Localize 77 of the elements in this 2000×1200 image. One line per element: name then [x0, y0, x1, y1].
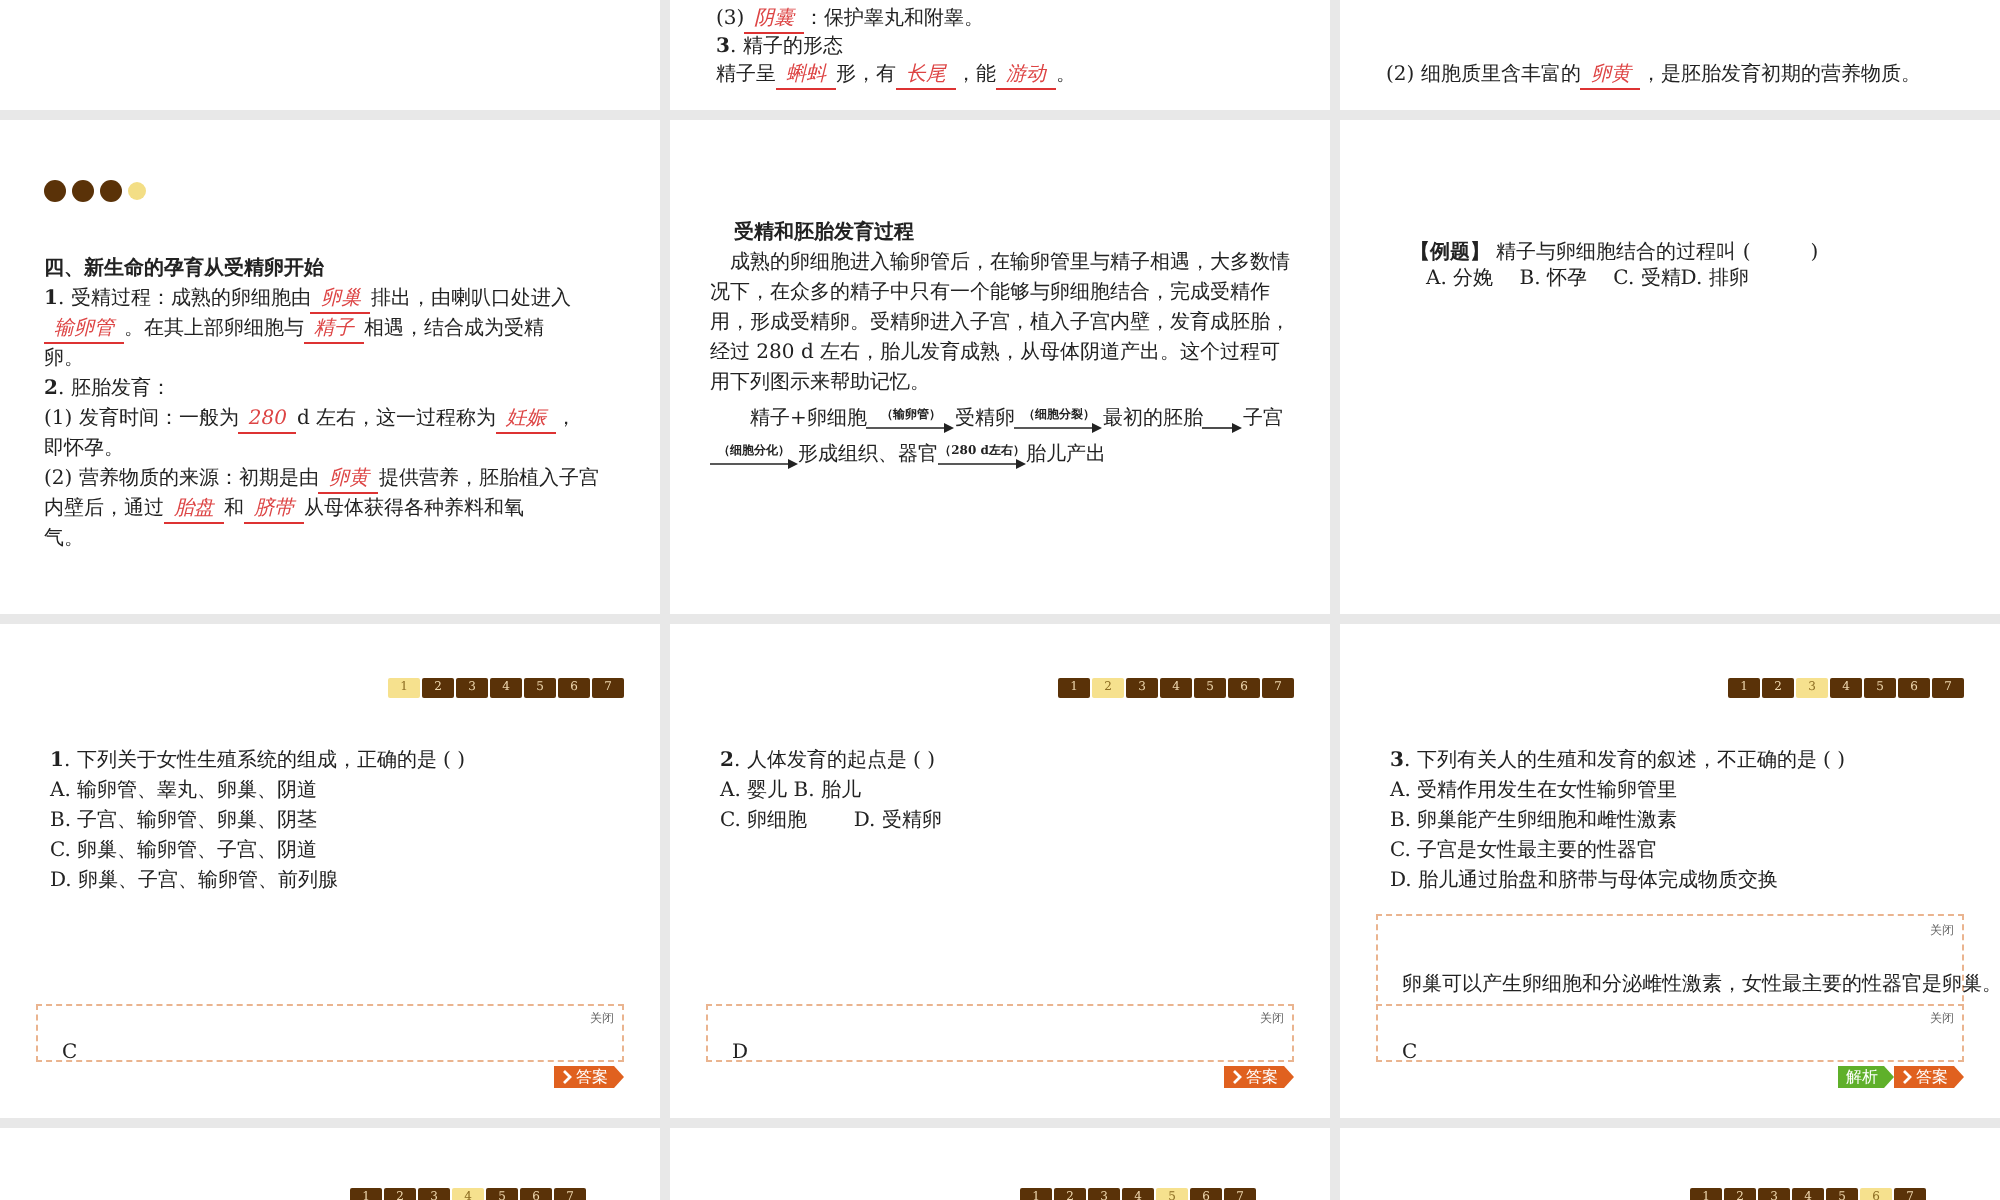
- flow-step: 精子+卵细胞: [750, 406, 867, 434]
- note-text: 。在其上部卵细胞与: [124, 318, 304, 340]
- chevron-icon: [1232, 1070, 1242, 1084]
- answer-blank: 游动: [996, 64, 1056, 90]
- chevron-icon: [1902, 1070, 1912, 1084]
- note-text: 气。: [44, 528, 84, 550]
- note-text: ，是胚胎发育初期的营养物质。: [1640, 64, 1921, 86]
- note-text: 提供营养，胚胎植入子宫: [378, 468, 599, 490]
- flow-step: 形成组织、器官: [798, 442, 938, 470]
- arrow-icon: [938, 458, 1026, 470]
- answer-text: D: [732, 1042, 749, 1064]
- flow-step: 胎儿产出: [1026, 442, 1106, 470]
- answer-button[interactable]: 答案: [1894, 1066, 1964, 1088]
- note-text: 形，有: [836, 64, 896, 86]
- flow-step: 最初的胚胎: [1102, 406, 1203, 434]
- answer-option: C. 子宫是女性最主要的性器官: [1390, 836, 1964, 866]
- answer-option: A. 受精作用发生在女性输卵管里: [1390, 776, 1964, 806]
- arrow-icon: [1202, 422, 1243, 434]
- answer-blank: 妊娠: [496, 408, 557, 434]
- note-text: 3. 精子的形态: [716, 36, 843, 58]
- answer-blank: 精子: [304, 318, 364, 344]
- note-text: 1. 受精过程：成熟的卵细胞由: [44, 288, 311, 310]
- note-text: 从母体获得各种养料和氧: [304, 498, 524, 520]
- chevron-icon: [562, 1070, 572, 1084]
- answer-blank: 阴囊: [744, 8, 805, 34]
- arrow-icon: [710, 458, 798, 470]
- note-text: 排出，由喇叭口处进入: [370, 288, 571, 310]
- answer-option: D. 胎儿通过胎盘和脐带与母体完成物质交换: [1390, 866, 1964, 896]
- answer-option: B. 卵巢能产生卵细胞和雌性激素: [1390, 806, 1964, 836]
- answer-blank: 蝌蚪: [776, 64, 836, 90]
- note-text: 2. 胚胎发育：: [44, 378, 171, 400]
- note-text: ，能: [956, 64, 996, 86]
- note-text: d 左右，这一过程称为: [296, 408, 497, 430]
- note-text: 内壁后，通过: [44, 498, 164, 520]
- section-heading: 四、新生命的孕育从受精卵开始: [44, 254, 326, 284]
- note-text: ，: [556, 408, 577, 430]
- note-text: ：保护睾丸和附睾。: [804, 8, 985, 30]
- answer-blank: 卵黄: [1580, 64, 1641, 90]
- answer-option: C. 卵巢、输卵管、子宫、阴道: [50, 836, 624, 866]
- note-text: 精子呈: [716, 64, 776, 86]
- arrow-icon: [1014, 422, 1103, 434]
- answer-button[interactable]: 答案: [554, 1066, 624, 1088]
- answer-blank: 脐带: [244, 498, 304, 524]
- note-text: 。: [1056, 64, 1076, 86]
- answer-text: C: [62, 1042, 78, 1064]
- note-text: (1) 发育时间：一般为: [44, 408, 239, 430]
- note-text: (3): [716, 8, 745, 30]
- answer-blank: 胎盘: [164, 498, 224, 524]
- example-question: 【例题】 精子与卵细胞结合的过程叫 ( ): [1410, 240, 1821, 267]
- answer-blank: 卵黄: [318, 468, 379, 494]
- note-text: 即怀孕。: [44, 438, 124, 460]
- question-text: 1. 下列关于女性生殖系统的组成，正确的是 ( ): [50, 747, 467, 776]
- answer-blank: 输卵管: [44, 318, 124, 344]
- note-text: 和: [224, 498, 244, 520]
- answer-option: C. 卵细胞 D. 受精卵: [720, 806, 1294, 836]
- answer-option: B. 子宫、输卵管、卵巢、阴茎: [50, 806, 624, 836]
- flow-step: 受精卵: [954, 406, 1015, 434]
- section-heading: 受精和胚胎发育过程: [732, 218, 916, 248]
- answer-blank: 卵巢: [310, 288, 371, 314]
- analysis-text: 卵巢可以产生卵细胞和分泌雌性激素，女性最主要的性器官是卵巢。: [1402, 974, 2000, 996]
- note-text: (2) 营养物质的来源：初期是由: [44, 468, 319, 490]
- answer-option: A. 婴儿 B. 胎儿: [720, 776, 1294, 806]
- answer-options: A. 分娩 B. 怀孕 C. 受精D. 排卵: [1410, 268, 1960, 292]
- flow-step: 子宫: [1242, 406, 1283, 434]
- arrow-icon: [866, 422, 955, 434]
- question-text: 2. 人体发育的起点是 ( ): [720, 747, 937, 776]
- answer-blank: 280: [238, 408, 297, 434]
- question-text: 3. 下列有关人的生殖和发育的叙述，不正确的是 ( ): [1390, 747, 1847, 776]
- note-text: 相遇，结合成为受精: [364, 318, 544, 340]
- answer-button[interactable]: 答案: [1224, 1066, 1294, 1088]
- answer-blank: 长尾: [896, 64, 956, 90]
- paragraph: 成熟的卵细胞进入输卵管后，在输卵管里与精子相遇，大多数情况下，在众多的精子中只有一个能够与卵细胞结合，完成受精作用，形成受精卵。受精卵进入子宫，植入子宫内壁，发育成胚胎，经过 280 d 左右，胎儿发育成熟，从母体阴道产出。这个过程可用下列图示来帮助记忆。: [710, 249, 1290, 398]
- note-text: 卵。: [44, 348, 84, 370]
- answer-text: C: [1402, 1042, 1418, 1064]
- answer-option: A. 输卵管、睾丸、卵巢、阴道: [50, 776, 624, 806]
- note-text: (2) 细胞质里含丰富的: [1386, 64, 1581, 86]
- answer-option: D. 卵巢、子宫、输卵管、前列腺: [50, 866, 624, 896]
